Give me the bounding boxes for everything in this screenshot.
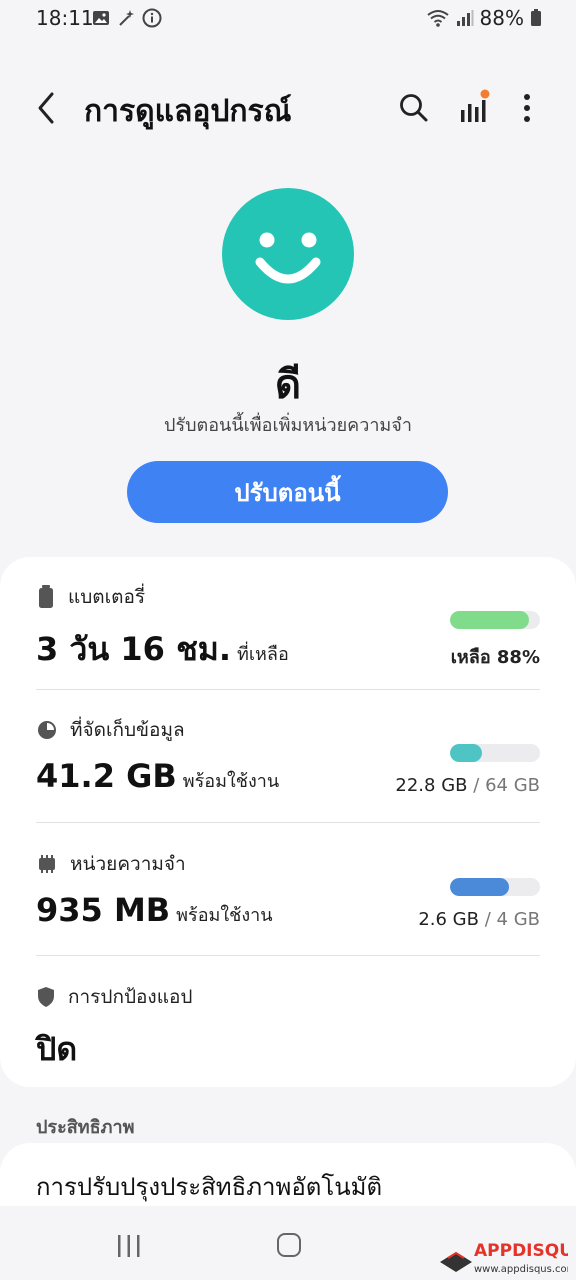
memory-item[interactable]: หน่วยความจำ 935 MB พร้อมใช้งาน 2.6 GB / 4… [36, 849, 540, 959]
device-care-card: แบตเตอรี่ 3 วัน 16 ชม. ที่เหลือ เหลือ 88%… [0, 557, 576, 1087]
watermark-url: www.appdisqus.com [474, 1264, 568, 1275]
back-arrow-icon[interactable] [30, 88, 64, 128]
optimize-now-button[interactable]: ปรับตอนนี้ [127, 461, 448, 523]
status-bar: 18:11 88% [0, 0, 576, 38]
memory-usage-text: 2.6 GB / 4 GB [418, 909, 540, 930]
status-time: 18:11 [36, 6, 94, 30]
battery-time-remaining: 3 วัน 16 ชม. [36, 630, 232, 668]
device-status-subtitle: ปรับตอนนี้เพื่อเพิ่มหน่วยความจำ [164, 415, 412, 436]
battery-item[interactable]: แบตเตอรี่ 3 วัน 16 ชม. ที่เหลือ เหลือ 88% [36, 582, 540, 692]
more-options-icon[interactable] [514, 90, 540, 126]
magic-wand-icon [116, 8, 136, 28]
battery-remaining-percent: เหลือ 88% [450, 647, 540, 668]
page-title: การดูแลอุปกรณ์ [84, 94, 292, 129]
smiley-status-icon [222, 188, 354, 320]
storage-usage-text: 22.8 GB / 64 GB [395, 775, 540, 796]
recent-apps-icon[interactable] [116, 1234, 142, 1258]
memory-label: หน่วยความจำ [70, 853, 186, 875]
gallery-icon [92, 8, 110, 28]
auto-optimization-item[interactable]: การปรับปรุงประสิทธิภาพอัตโนมัติ [36, 1167, 382, 1206]
storage-item[interactable]: ที่จัดเก็บข้อมูล 41.2 GB พร้อมใช้งาน 22.8… [36, 715, 540, 825]
battery-percent: 88% [479, 6, 524, 30]
storage-available-suffix: พร้อมใช้งาน [182, 771, 280, 792]
battery-icon [36, 585, 56, 609]
performance-section-title: ประสิทธิภาพ [36, 1117, 135, 1138]
search-icon[interactable] [396, 90, 432, 126]
memory-separator: / [484, 909, 491, 930]
battery-remaining-suffix: ที่เหลือ [237, 644, 289, 665]
divider [36, 689, 540, 690]
home-button-icon[interactable] [277, 1233, 301, 1257]
device-status-word: ดี [275, 362, 301, 408]
memory-usage-bar [450, 878, 540, 896]
storage-usage-fill [450, 744, 483, 762]
watermark-brand: APPDISQUS [474, 1241, 568, 1261]
signal-icon [456, 9, 474, 27]
storage-separator: / [473, 775, 480, 796]
appdisqus-watermark: APPDISQUS www.appdisqus.com [436, 1236, 576, 1276]
memory-used: 2.6 GB [418, 909, 479, 930]
wifi-icon [426, 8, 450, 28]
battery-level-fill [450, 611, 530, 629]
memory-chip-icon [36, 854, 58, 874]
app-protection-status: ปิด [36, 1030, 78, 1068]
memory-available-suffix: พร้อมใช้งาน [176, 905, 273, 926]
app-protection-label: การปกป้องแอป [68, 986, 193, 1008]
storage-available-value: 41.2 GB [36, 757, 177, 795]
navigation-bar: APPDISQUS www.appdisqus.com [0, 1206, 576, 1280]
storage-label: ที่จัดเก็บข้อมูล [70, 719, 185, 741]
divider [36, 822, 540, 823]
storage-total: 64 GB [485, 775, 540, 796]
memory-total: 4 GB [496, 909, 540, 930]
battery-level-bar [450, 611, 540, 629]
pie-chart-icon [36, 719, 58, 741]
memory-available-value: 935 MB [36, 891, 171, 929]
memory-usage-fill [450, 878, 509, 896]
info-icon [142, 8, 162, 28]
app-bar: การดูแลอุปกรณ์ [0, 78, 576, 138]
storage-used: 22.8 GB [395, 775, 468, 796]
diagnostics-chart-icon[interactable] [456, 88, 492, 128]
battery-label: แบตเตอรี่ [68, 586, 146, 608]
divider [36, 955, 540, 956]
app-protection-item[interactable]: การปกป้องแอป ปิด [36, 982, 540, 1082]
shield-icon [36, 986, 56, 1008]
battery-icon [530, 9, 542, 27]
storage-usage-bar [450, 744, 540, 762]
